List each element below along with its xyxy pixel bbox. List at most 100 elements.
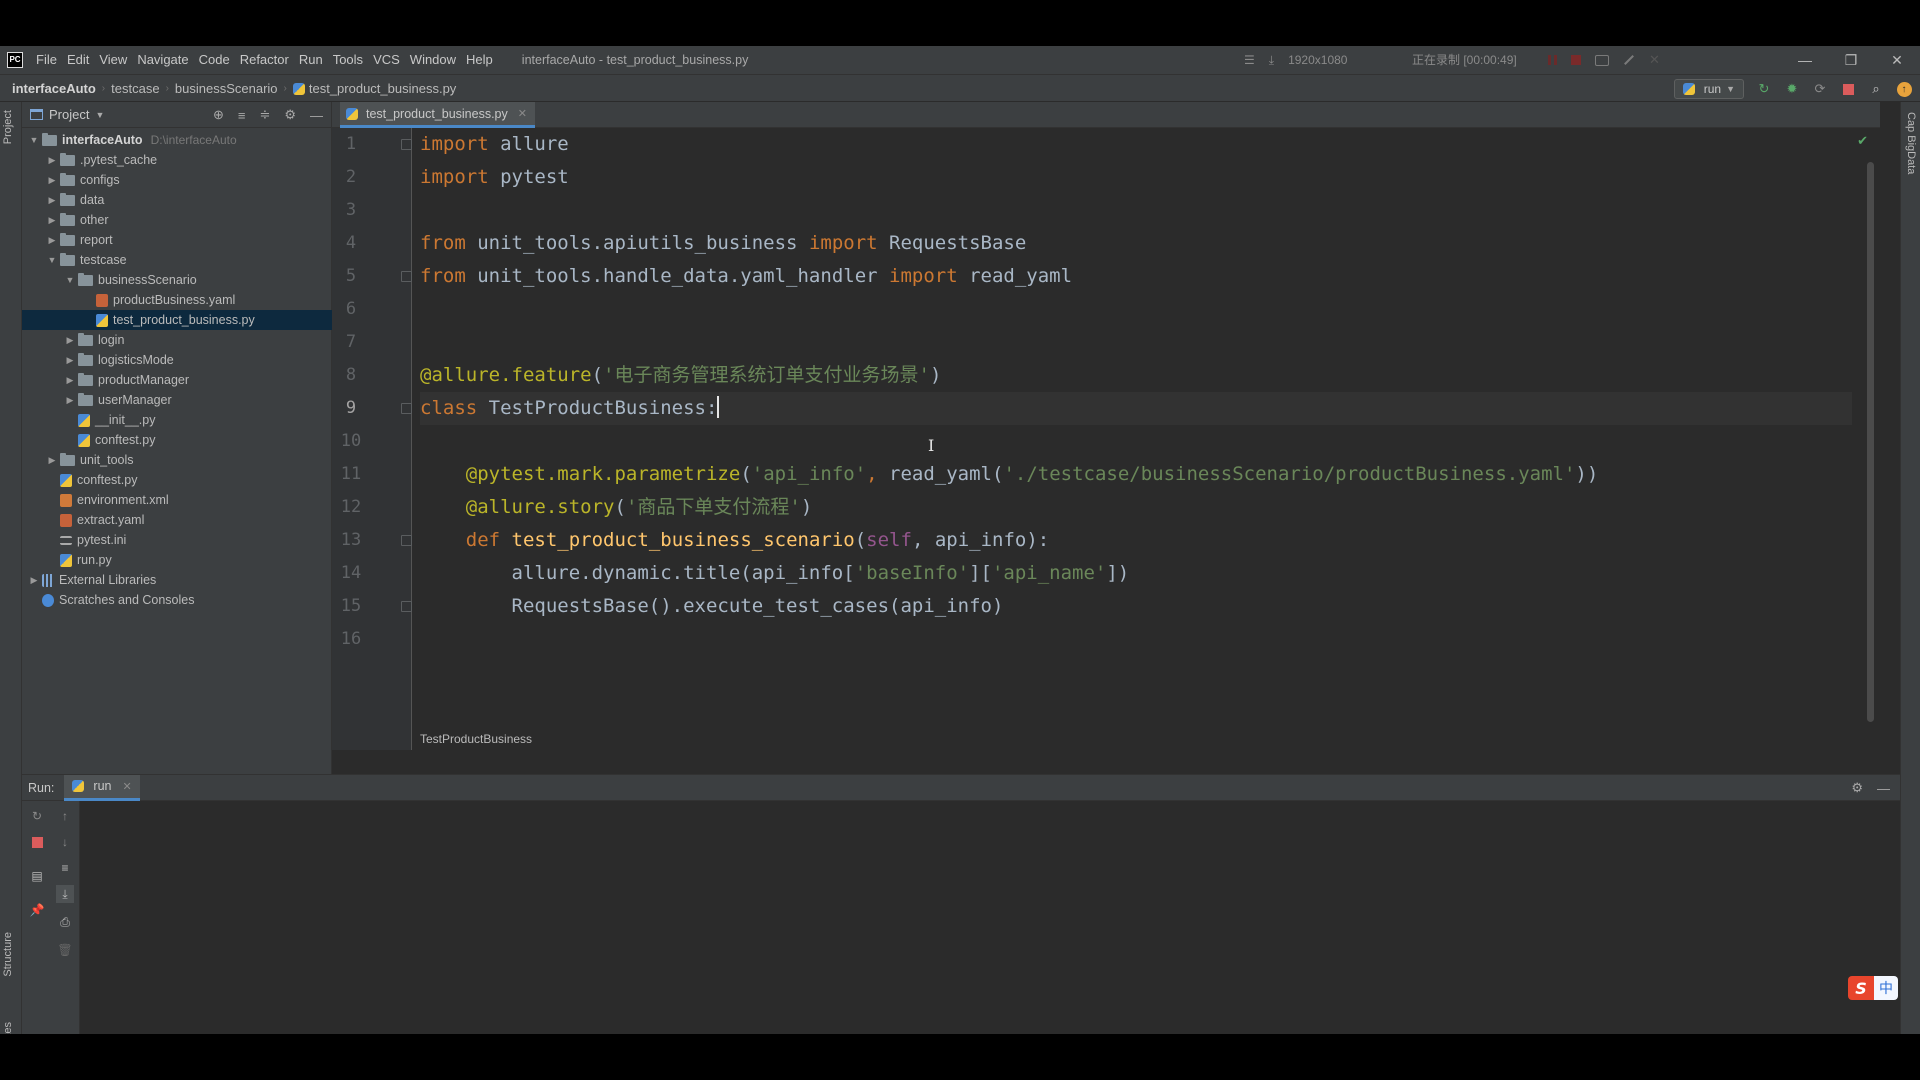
chevron-right-icon[interactable]: ▶ <box>44 215 60 226</box>
tree-item[interactable]: ▶ data <box>22 190 332 210</box>
chevron-right-icon[interactable]: ▶ <box>44 195 60 206</box>
menu-edit[interactable]: Edit <box>62 46 94 74</box>
tree-item[interactable]: productBusiness.yaml <box>22 290 332 310</box>
chevron-right-icon[interactable]: ▶ <box>44 175 60 186</box>
hide-panel-icon[interactable]: — <box>310 108 323 123</box>
breadcrumb-project[interactable]: interfaceAuto <box>0 81 102 96</box>
chevron-right-icon[interactable]: ▶ <box>62 375 78 386</box>
tree-item[interactable]: run.py <box>22 550 332 570</box>
minimize-button[interactable]: — <box>1782 46 1828 74</box>
tree-item[interactable]: ▶ logisticsMode <box>22 350 332 370</box>
tree-item[interactable]: environment.xml <box>22 490 332 510</box>
recorder-close-icon[interactable]: ✕ <box>1649 52 1660 68</box>
chevron-right-icon[interactable]: ▶ <box>44 155 60 166</box>
close-tab-icon[interactable]: ✕ <box>518 107 527 120</box>
tree-item[interactable]: conftest.py <box>22 470 332 490</box>
chevron-down-icon[interactable]: ▼ <box>62 275 78 285</box>
close-window-button[interactable]: ✕ <box>1874 46 1920 74</box>
fold-marker-icon[interactable] <box>401 535 412 546</box>
tree-item[interactable]: ▶ other <box>22 210 332 230</box>
ime-indicator[interactable]: S 中 <box>1848 976 1898 1000</box>
favorites-tool-tab[interactable]: Favorites <box>2 1022 14 1034</box>
tree-item[interactable]: ▶ login <box>22 330 332 350</box>
layout-icon[interactable]: ▤ <box>28 867 46 885</box>
menu-run[interactable]: Run <box>294 46 328 74</box>
menu-view[interactable]: View <box>94 46 132 74</box>
debug-icon[interactable]: ✹ <box>1784 81 1800 97</box>
fold-marker-icon[interactable] <box>401 601 412 612</box>
coverage-icon[interactable]: ⟳ <box>1812 81 1828 97</box>
close-tab-icon[interactable]: ✕ <box>122 780 131 793</box>
locate-file-icon[interactable]: ⊕ <box>213 107 224 123</box>
collapse-all-icon[interactable]: ≑ <box>259 107 270 123</box>
tree-item[interactable]: Scratches and Consoles <box>22 590 332 610</box>
scroll-to-end-icon[interactable]: ⤓ <box>56 885 74 903</box>
tree-item[interactable]: extract.yaml <box>22 510 332 530</box>
chevron-right-icon[interactable]: ▶ <box>62 355 78 366</box>
fold-marker-icon[interactable] <box>401 271 412 282</box>
chevron-right-icon[interactable]: ▶ <box>62 395 78 406</box>
bigdata-tool-tab[interactable]: Cap BigData <box>1905 112 1917 174</box>
tree-item[interactable]: conftest.py <box>22 430 332 450</box>
pin-tab-icon[interactable]: 📌 <box>28 901 46 919</box>
print-icon[interactable]: ⎙ <box>56 913 74 931</box>
menu-vcs[interactable]: VCS <box>368 46 405 74</box>
recorder-camera-icon[interactable] <box>1595 54 1609 66</box>
tree-item[interactable]: ▶ External Libraries <box>22 570 332 590</box>
chevron-down-icon[interactable]: ▼ <box>26 135 42 145</box>
breadcrumb-businessscenario[interactable]: businessScenario <box>169 81 284 96</box>
breadcrumb-testcase[interactable]: testcase <box>105 81 165 96</box>
tree-item[interactable]: ▶ report <box>22 230 332 250</box>
menu-code[interactable]: Code <box>194 46 235 74</box>
recorder-menu-icon[interactable]: ☰ <box>1244 53 1255 67</box>
run-console-output[interactable] <box>80 801 1900 1034</box>
menu-refactor[interactable]: Refactor <box>235 46 294 74</box>
editor-breadcrumb[interactable]: TestProductBusiness <box>420 728 532 750</box>
menu-help[interactable]: Help <box>461 46 498 74</box>
rerun-icon[interactable]: ↻ <box>28 807 46 825</box>
tree-item[interactable]: ▶ unit_tools <box>22 450 332 470</box>
tree-item[interactable]: ▶ .pytest_cache <box>22 150 332 170</box>
inspection-ok-icon[interactable]: ✔ <box>1857 134 1868 149</box>
editor-scrollbar[interactable] <box>1867 162 1874 722</box>
structure-tool-tab[interactable]: Structure <box>2 932 14 977</box>
rerun-icon[interactable]: ↻ <box>1756 81 1772 97</box>
recorder-download-icon[interactable]: ⤓ <box>1269 53 1274 68</box>
tree-item[interactable]: ▼ businessScenario <box>22 270 332 290</box>
chevron-right-icon[interactable]: ▶ <box>26 575 42 586</box>
menu-tools[interactable]: Tools <box>328 46 368 74</box>
gear-icon[interactable]: ⚙ <box>284 107 296 123</box>
code-editor[interactable]: 1 2 3 4 5 6 7 8 9 10 11 12 13 14 15 16 i… <box>332 128 1880 750</box>
tree-item[interactable]: __init__.py <box>22 410 332 430</box>
tree-item[interactable]: ▶ userManager <box>22 390 332 410</box>
chevron-down-icon[interactable]: ▼ <box>44 255 60 265</box>
tree-item-selected[interactable]: test_product_business.py <box>22 310 332 330</box>
stop-button[interactable] <box>1840 81 1856 97</box>
chevron-right-icon[interactable]: ▶ <box>44 235 60 246</box>
project-view-select[interactable]: Project ▼ <box>30 107 104 122</box>
tree-item[interactable]: ▶ productManager <box>22 370 332 390</box>
hide-panel-icon[interactable]: — <box>1877 781 1890 796</box>
run-tab[interactable]: run ✕ <box>64 774 140 801</box>
chevron-right-icon[interactable]: ▶ <box>62 335 78 346</box>
tree-item[interactable]: ▶ configs <box>22 170 332 190</box>
scroll-up-icon[interactable]: ↑ <box>56 807 74 825</box>
scroll-down-icon[interactable]: ↓ <box>56 833 74 851</box>
code-area[interactable]: import allure import pytest from unit_to… <box>420 128 1852 750</box>
soft-wrap-icon[interactable]: ≡ <box>56 859 74 877</box>
gear-icon[interactable]: ⚙ <box>1851 780 1863 796</box>
menu-navigate[interactable]: Navigate <box>132 46 193 74</box>
update-button[interactable]: ↑ <box>1896 81 1912 97</box>
recorder-pause-icon[interactable] <box>1548 55 1557 65</box>
menu-window[interactable]: Window <box>405 46 461 74</box>
clear-output-icon[interactable]: 🗑 <box>56 941 74 959</box>
project-tool-tab[interactable]: Project <box>2 110 14 144</box>
tree-item[interactable]: pytest.ini <box>22 530 332 550</box>
search-everywhere-icon[interactable]: ⌕ <box>1868 81 1884 97</box>
expand-all-icon[interactable]: ≡ <box>238 108 246 123</box>
tree-item[interactable]: ▼ testcase <box>22 250 332 270</box>
fold-marker-icon[interactable] <box>401 403 412 414</box>
recorder-pen-icon[interactable] <box>1624 55 1634 65</box>
editor-tab-active[interactable]: test_product_business.py ✕ <box>340 102 535 128</box>
menu-file[interactable]: File <box>31 46 62 74</box>
